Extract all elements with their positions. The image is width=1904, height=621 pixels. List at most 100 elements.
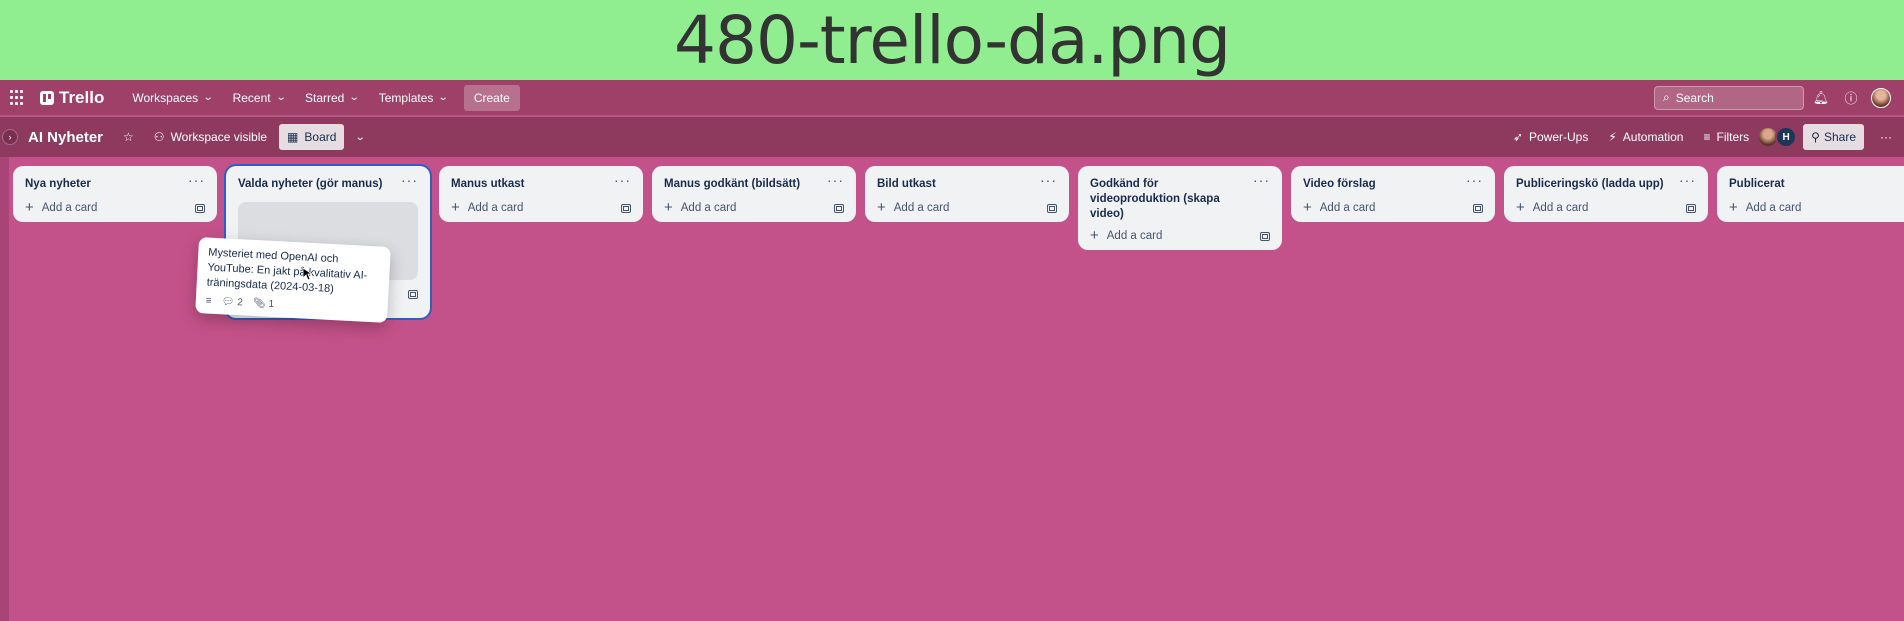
board-members[interactable]: H <box>1757 126 1798 148</box>
filters-button[interactable]: ≡ Filters <box>1695 124 1757 150</box>
board-view-button[interactable]: ▦ Board <box>279 124 345 150</box>
comments-badge: 💬︎ 2 <box>221 296 243 308</box>
list-title[interactable]: Bild utkast <box>877 174 936 192</box>
create-button[interactable]: Create <box>463 84 520 111</box>
plus-icon: + <box>1516 199 1525 216</box>
add-card-label: Add a card <box>893 202 950 214</box>
chevron-down-icon: ⌄ <box>438 92 450 103</box>
search-box[interactable]: ⌕ <box>1654 85 1804 110</box>
add-card-label: Add a card <box>41 202 98 214</box>
add-person-icon: ⚲ <box>1811 130 1820 144</box>
list-publiceringsko: Publiceringskö (ladda upp) ··· + Add a car… <box>1504 166 1708 222</box>
search-icon: ⌕ <box>1663 90 1670 104</box>
trello-logo-icon <box>40 90 54 105</box>
list-title[interactable]: Manus godkänt (bildsätt) <box>664 174 800 192</box>
visibility-button[interactable]: ⚇ Workspace visible <box>146 124 275 150</box>
plus-icon: + <box>1303 199 1312 216</box>
list-title[interactable]: Publiceringskö (ladda upp) <box>1516 174 1664 192</box>
list-nya-nyheter: Nya nyheter ··· + Add a card <box>13 166 217 222</box>
add-card-button[interactable]: + Add a card <box>1090 228 1162 243</box>
add-card-button[interactable]: + Add a card <box>877 200 950 215</box>
list-title[interactable]: Valda nyheter (gör manus) <box>238 174 382 192</box>
board-header: › AI Nyheter ☆ ⚇ Workspace visible ▦ Boa… <box>0 117 1904 157</box>
attachments-count: 1 <box>268 298 275 311</box>
app-switcher-icon[interactable] <box>10 89 26 106</box>
logo-text: Trello <box>59 87 105 107</box>
card-template-icon[interactable] <box>1260 231 1270 241</box>
board-title[interactable]: AI Nyheter <box>28 129 103 146</box>
add-card-button[interactable]: + Add a card <box>1303 199 1376 216</box>
list-godkand-videoproduktion: Godkänd för videoproduktion (skapa video… <box>1078 166 1282 250</box>
list-manus-utkast: Manus utkast ··· + Add a card <box>439 166 643 222</box>
trello-logo[interactable]: Trello <box>40 88 104 108</box>
star-board-button[interactable]: ☆ <box>115 124 142 150</box>
dragged-card[interactable]: Mysteriet med OpenAI och YouTube: En jak… <box>195 237 391 323</box>
expand-sidebar-icon[interactable]: › <box>2 129 18 145</box>
card-template-icon[interactable] <box>408 290 418 299</box>
workspaces-menu[interactable]: Workspaces ⌄ <box>122 85 222 111</box>
visibility-label: Workspace visible <box>170 130 268 144</box>
board-view-label: Board <box>304 130 337 144</box>
add-card-button[interactable]: + Add a card <box>25 199 98 216</box>
comment-icon: 💬︎ <box>221 296 235 308</box>
list-menu-icon[interactable]: ··· <box>184 173 209 187</box>
starred-label: Starred <box>304 90 345 105</box>
list-menu-icon[interactable]: ··· <box>1249 173 1274 187</box>
add-card-button[interactable]: + Add a card <box>1729 199 1802 216</box>
card-template-icon[interactable] <box>621 203 631 213</box>
list-title[interactable]: Manus utkast <box>451 174 525 192</box>
add-card-label: Add a card <box>1745 202 1802 214</box>
list-title[interactable]: Nya nyheter <box>25 174 91 192</box>
card-template-icon[interactable] <box>195 203 205 213</box>
add-card-label: Add a card <box>680 202 737 214</box>
card-template-icon[interactable] <box>1473 203 1483 213</box>
list-publicerat: Publicerat + Add a card <box>1717 166 1904 222</box>
list-menu-icon[interactable]: ··· <box>397 173 422 187</box>
list-menu-icon[interactable]: ··· <box>823 173 848 187</box>
list-title[interactable]: Publicerat <box>1729 174 1785 192</box>
list-menu-icon[interactable]: ··· <box>1036 173 1061 187</box>
board-menu-icon[interactable]: ··· <box>1872 124 1900 150</box>
collapsed-sidebar[interactable] <box>0 157 9 621</box>
add-card-button[interactable]: + Add a card <box>1516 199 1588 216</box>
templates-menu[interactable]: Templates ⌄ <box>369 85 458 111</box>
plus-icon: + <box>25 199 34 216</box>
filter-icon: ≡ <box>1703 130 1711 144</box>
list-title[interactable]: Godkänd för videoproduktion (skapa video… <box>1090 174 1249 222</box>
list-menu-icon[interactable]: ··· <box>1675 173 1700 187</box>
plus-icon: + <box>451 199 460 216</box>
share-button[interactable]: ⚲ Share <box>1803 124 1864 150</box>
card-template-icon[interactable] <box>1047 203 1057 213</box>
notifications-icon[interactable]: 🔔︎ <box>1808 85 1834 111</box>
add-card-button[interactable]: + Add a card <box>451 199 524 216</box>
chevron-down-icon: ⌄ <box>202 92 214 103</box>
starred-menu[interactable]: Starred ⌄ <box>295 85 369 111</box>
filters-label: Filters <box>1716 130 1750 144</box>
automation-button[interactable]: ⚡︎ Automation <box>1600 124 1691 150</box>
paperclip-icon: 📎︎ <box>252 297 266 310</box>
views-dropdown[interactable]: ⌄ <box>348 126 372 149</box>
card-template-icon[interactable] <box>834 203 844 213</box>
add-card-label: Add a card <box>467 202 524 214</box>
account-avatar[interactable] <box>1868 85 1894 111</box>
add-card-button[interactable]: + Add a card <box>664 200 737 215</box>
list-menu-icon[interactable]: ··· <box>610 173 635 187</box>
list-manus-godkant: Manus godkänt (bildsätt) ··· + Add a card <box>652 166 856 222</box>
help-icon[interactable]: ⓘ <box>1838 85 1864 111</box>
powerups-button[interactable]: ➶ Power-Ups <box>1505 124 1596 150</box>
share-label: Share <box>1823 130 1856 144</box>
recent-menu[interactable]: Recent ⌄ <box>223 85 295 111</box>
member-avatar-h[interactable]: H <box>1775 126 1798 148</box>
chevron-down-icon: ⌄ <box>275 92 287 103</box>
recent-label: Recent <box>232 90 271 105</box>
description-icon: ≡ <box>205 295 212 307</box>
attachments-badge: 📎︎ 1 <box>253 298 275 310</box>
plus-icon: + <box>1729 199 1738 216</box>
list-menu-icon[interactable]: ··· <box>1462 173 1487 187</box>
mouse-cursor-icon <box>303 268 312 280</box>
list-video-forslag: Video förslag ··· + Add a card <box>1291 166 1495 222</box>
add-card-label: Add a card <box>1319 202 1376 214</box>
search-input[interactable] <box>1675 90 1786 105</box>
card-template-icon[interactable] <box>1686 203 1696 213</box>
list-title[interactable]: Video förslag <box>1303 174 1376 192</box>
